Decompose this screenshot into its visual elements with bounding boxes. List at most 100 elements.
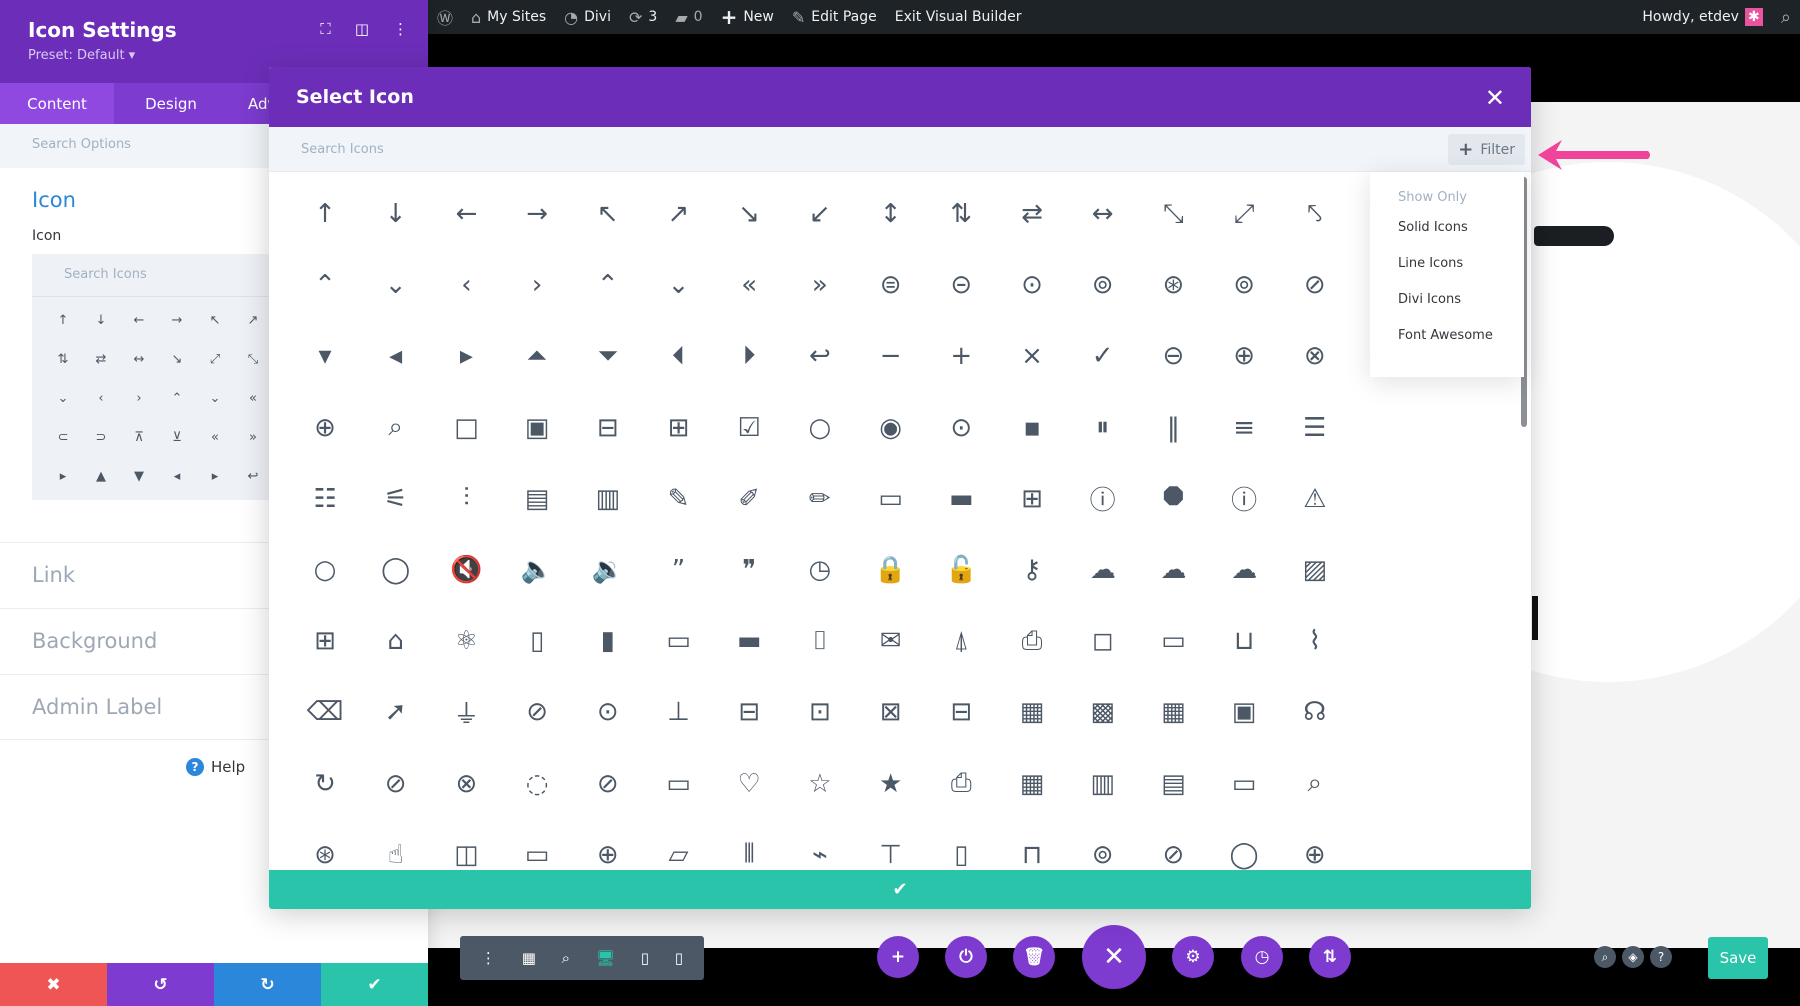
desktop-view-icon[interactable]: 🖥	[596, 949, 615, 967]
block-icon[interactable]: ⊘	[583, 759, 633, 809]
wallet-icon[interactable]: ▱	[654, 830, 704, 870]
discard-button[interactable]: ✖	[0, 963, 107, 1006]
chat-icon[interactable]: ○	[300, 545, 350, 595]
expand-icon[interactable]: ⤡	[1148, 189, 1198, 239]
circle-double-left-icon[interactable]: ⊘	[1290, 260, 1340, 310]
calendar-icon[interactable]: ▦	[1007, 687, 1057, 737]
chevron-down-icon[interactable]: ⌄	[371, 260, 421, 310]
circle-close-icon[interactable]: ⊗	[1290, 331, 1340, 381]
arrow-left-icon[interactable]: ←	[441, 189, 491, 239]
folder-add-icon[interactable]: ⊞	[1007, 474, 1057, 524]
filter-font-awesome[interactable]: Font Awesome	[1398, 328, 1524, 364]
search-icons-input[interactable]	[301, 141, 901, 157]
map-icon[interactable]: ⊟	[724, 687, 774, 737]
circle-icon[interactable]: ○	[795, 403, 845, 453]
circle-double-down-icon[interactable]: ⊚	[1219, 260, 1269, 310]
mini-icon-option[interactable]: ←	[120, 301, 158, 340]
comments-link[interactable]: ▰ 0	[666, 0, 711, 34]
info-icon[interactable]: ⓘ	[1078, 474, 1128, 524]
mini-icon-option[interactable]: ⊻	[158, 418, 196, 457]
find-replace-icon[interactable]: ⌕	[1594, 946, 1616, 968]
square-plus-icon[interactable]: ⊞	[654, 403, 704, 453]
star-icon[interactable]: ☆	[795, 759, 845, 809]
shopping-bag-icon[interactable]: ◻	[1078, 616, 1128, 666]
dock-panel-icon[interactable]: ◫	[355, 20, 369, 38]
unlink-icon[interactable]: ⊗	[441, 759, 491, 809]
mini-icon-option[interactable]: ◂	[158, 457, 196, 496]
equalizer-icon[interactable]: ⫶	[441, 474, 491, 524]
more-options-icon[interactable]: ⋮	[481, 949, 496, 967]
tablet-view-icon[interactable]: ▯	[641, 949, 649, 967]
pens-icon[interactable]: ⫴	[724, 830, 774, 870]
circle-caret-down-icon[interactable]: ⏷	[583, 331, 633, 381]
floppy-icon[interactable]: ▤	[1148, 759, 1198, 809]
mail-icon[interactable]: ✉	[866, 616, 916, 666]
circle-caret-left-icon[interactable]: ⏴	[654, 331, 704, 381]
circle-caret-right-icon[interactable]: ⏵	[724, 331, 774, 381]
arrow-up-right-icon[interactable]: ↗	[654, 189, 704, 239]
volume-low-icon[interactable]: 🔈	[512, 545, 562, 595]
close-icon[interactable]: ✕	[1485, 84, 1505, 112]
more-options-icon[interactable]: ⋮	[393, 20, 408, 38]
camera-icon[interactable]: ⌷	[795, 616, 845, 666]
mini-icon-option[interactable]: ⇄	[82, 340, 120, 379]
history-button[interactable]: ◷	[1241, 936, 1283, 978]
clock-alert-icon[interactable]: ⊚	[1078, 830, 1128, 870]
arrow-down-right-icon[interactable]: ↘	[724, 189, 774, 239]
mini-icon-option[interactable]: ⇅	[44, 340, 82, 379]
mute-icon[interactable]: 🔇	[441, 545, 491, 595]
square-icon[interactable]: □	[441, 403, 491, 453]
gift-icon[interactable]: ⊞	[300, 616, 350, 666]
mini-icon-option[interactable]: ▸	[44, 457, 82, 496]
book-icon[interactable]: ⊟	[936, 687, 986, 737]
tab-content[interactable]: Content	[0, 83, 114, 124]
document-lines-icon[interactable]: ▤	[512, 474, 562, 524]
double-chevron-right-icon[interactable]: »	[795, 260, 845, 310]
mini-icon-option[interactable]: ↑	[44, 301, 82, 340]
circle-caret-up-icon[interactable]: ⏶	[512, 331, 562, 381]
trash-icon[interactable]: ⌫	[300, 687, 350, 737]
caret-right-icon[interactable]: ▸	[441, 331, 491, 381]
undo-button[interactable]: ↺	[107, 963, 214, 1006]
laptop-icon[interactable]: ▭	[654, 616, 704, 666]
caret-down-icon[interactable]: ▾	[300, 331, 350, 381]
search-icon[interactable]: ⌕	[371, 403, 421, 453]
close-settings-button[interactable]: ✕	[1082, 925, 1146, 989]
circle-stop-icon[interactable]: ⊙	[936, 403, 986, 453]
updates-link[interactable]: ⟳ 3	[620, 0, 666, 34]
arrows-up-down-icon[interactable]: ⇅	[936, 189, 986, 239]
mini-icon-option[interactable]: ▸	[196, 457, 234, 496]
redo-button[interactable]: ↻	[214, 963, 321, 1006]
clear-layout-button[interactable]: 🗑	[1013, 936, 1055, 978]
push-pin-icon[interactable]: ⊥	[654, 687, 704, 737]
layers-icon[interactable]: ◈	[1622, 946, 1644, 968]
arrow-left-right-icon[interactable]: ↔	[1078, 189, 1128, 239]
lock-icon[interactable]: 🔒	[866, 545, 916, 595]
film-icon[interactable]: ▩	[1078, 687, 1128, 737]
calculator-icon[interactable]: ▦	[1007, 759, 1057, 809]
puzzle-icon[interactable]: ⊛	[300, 830, 350, 870]
edit-page-link[interactable]: ✎ Edit Page	[783, 0, 886, 34]
map-pin-icon[interactable]: ⊙	[583, 687, 633, 737]
filter-line-icons[interactable]: Line Icons	[1398, 256, 1524, 292]
circle-dot-icon[interactable]: ◉	[866, 403, 916, 453]
phone-icon[interactable]: ▯	[512, 616, 562, 666]
building-icon[interactable]: ▥	[1078, 759, 1128, 809]
add-module-button[interactable]: +	[877, 936, 919, 978]
key-icon[interactable]: ⚷	[1007, 545, 1057, 595]
zoom-view-icon[interactable]: ⌕	[562, 949, 570, 967]
preset-dropdown[interactable]: Preset: Default ▾	[28, 48, 400, 63]
numbered-list-icon[interactable]: ☷	[300, 474, 350, 524]
clock-icon[interactable]: ◷	[795, 545, 845, 595]
table-icon[interactable]: ▦	[1148, 687, 1198, 737]
dollar-icon[interactable]: ⊕	[583, 830, 633, 870]
doc-search-icon[interactable]: ⌕	[1290, 759, 1340, 809]
paperclip-icon[interactable]: ⌇	[1290, 616, 1340, 666]
circle-chevron-down-icon[interactable]: ⊝	[936, 260, 986, 310]
mini-icon-option[interactable]: ▲	[82, 457, 120, 496]
check-icon[interactable]: ✓	[1078, 331, 1128, 381]
mini-icon-option[interactable]: ↖	[196, 301, 234, 340]
thumbs-up-icon[interactable]: ☝	[371, 830, 421, 870]
circle-plus-icon[interactable]: ⊕	[1219, 331, 1269, 381]
mini-search-input[interactable]: Search Icons	[32, 254, 272, 297]
